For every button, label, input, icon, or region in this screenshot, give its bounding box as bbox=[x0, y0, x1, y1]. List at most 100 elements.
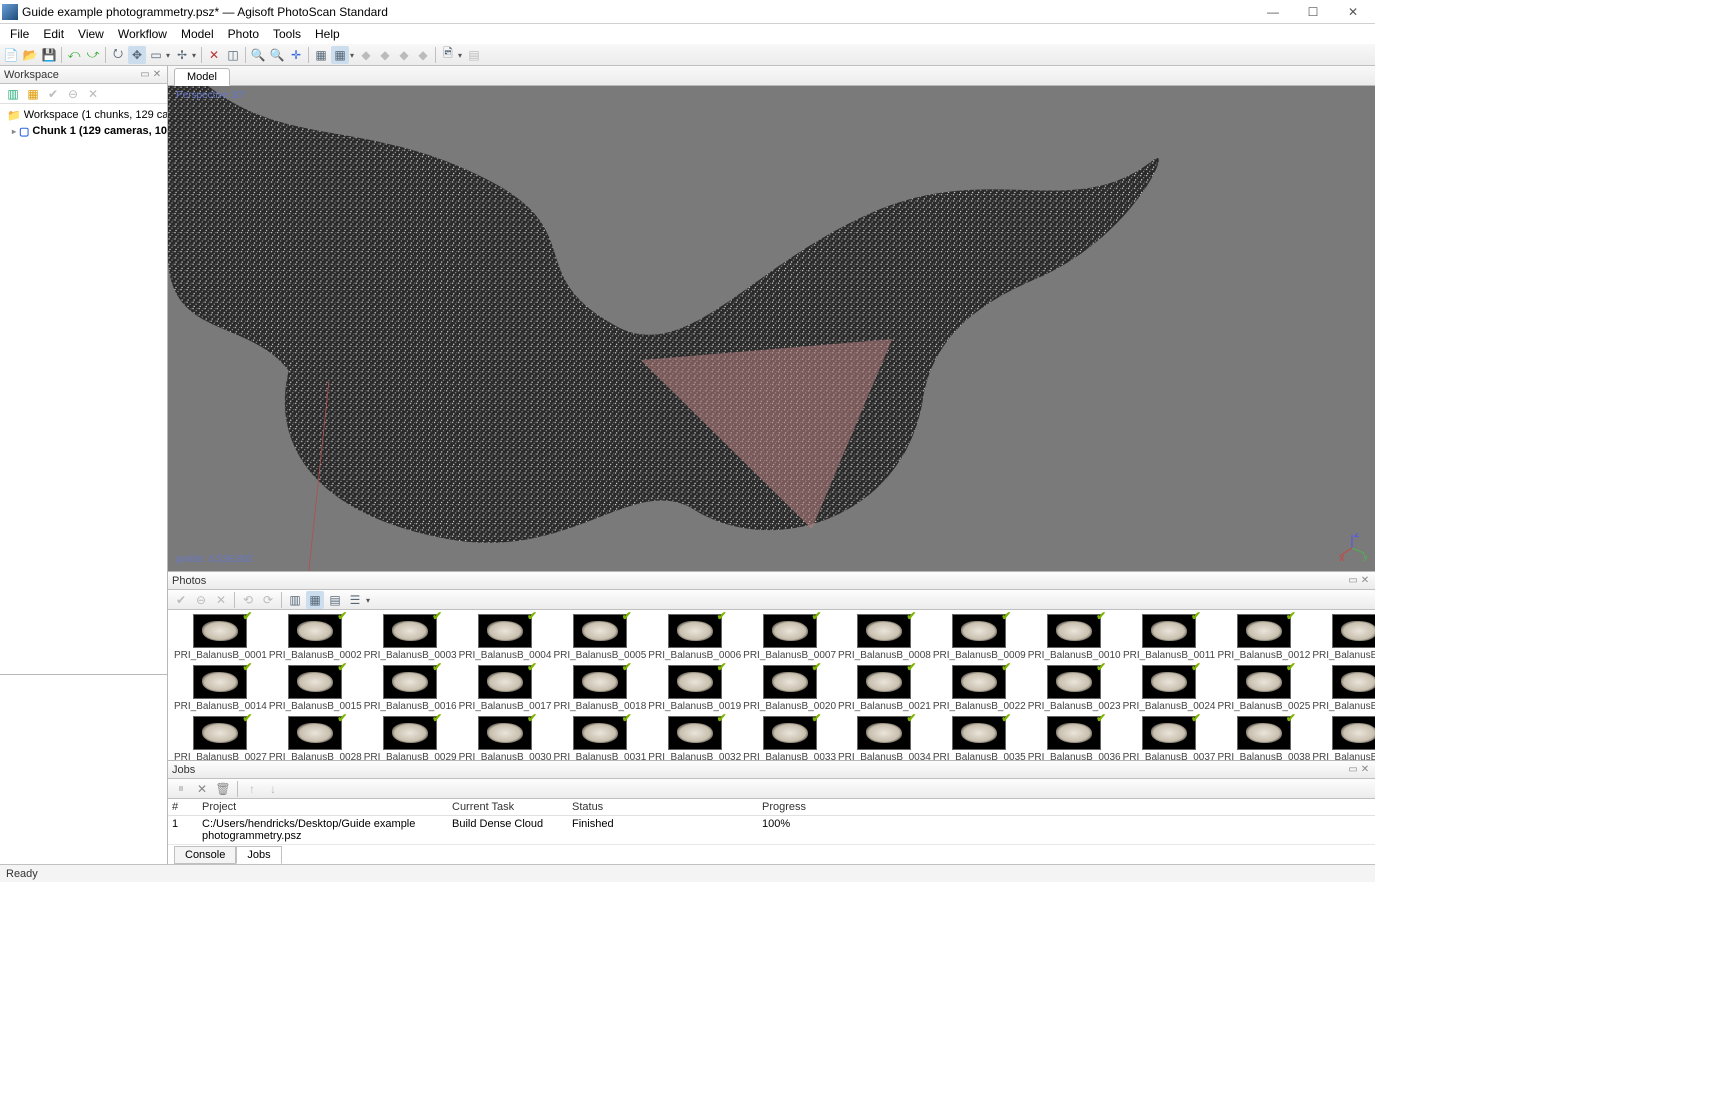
photo-thumb[interactable]: ✔PRI_BalanusB_0037 bbox=[1123, 716, 1216, 760]
photo-thumb[interactable]: ✔PRI_BalanusB_0021 bbox=[838, 665, 931, 712]
zoom-in-icon[interactable]: 🔍 bbox=[249, 46, 267, 64]
photo-thumb[interactable]: ✔PRI_BalanusB_0018 bbox=[553, 665, 646, 712]
photo-thumb[interactable]: ✔PRI_BalanusB_0005 bbox=[553, 614, 646, 661]
photo-thumb[interactable]: ✔PRI_BalanusB_0004 bbox=[459, 614, 552, 661]
model-viewport[interactable]: Perspective 30° points: 4,536,802 z y x bbox=[168, 86, 1375, 571]
tree-chunk[interactable]: ▸ ▢ Chunk 1 (129 cameras, 102,771 points… bbox=[4, 123, 163, 139]
photo-thumb[interactable]: ✔PRI_BalanusB_0030 bbox=[459, 716, 552, 760]
menu-model[interactable]: Model bbox=[175, 25, 220, 43]
tree-root[interactable]: 📁 Workspace (1 chunks, 129 cameras) bbox=[4, 107, 163, 123]
menu-file[interactable]: File bbox=[4, 25, 35, 43]
remove-photos-icon[interactable]: ✕ bbox=[212, 591, 230, 609]
zoom-out-icon[interactable]: 🔍 bbox=[268, 46, 286, 64]
photo-thumb[interactable]: ✔PRI_BalanusB_0032 bbox=[648, 716, 741, 760]
view-left-icon[interactable]: ◆ bbox=[357, 46, 375, 64]
photo-thumb[interactable]: ✔PRI_BalanusB_0007 bbox=[743, 614, 836, 661]
tab-jobs[interactable]: Jobs bbox=[236, 846, 281, 864]
float-icon[interactable]: ▭ bbox=[1347, 764, 1359, 775]
photo-thumb[interactable]: ✔PRI_BalanusB_0006 bbox=[648, 614, 741, 661]
table-row[interactable]: 1 C:/Users/hendricks/Desktop/Guide examp… bbox=[168, 816, 1375, 844]
move-down-icon[interactable]: ↓ bbox=[264, 780, 282, 798]
close-panel-icon[interactable]: ✕ bbox=[151, 69, 163, 80]
photo-thumb[interactable]: ✔PRI_BalanusB_0031 bbox=[553, 716, 646, 760]
photo-thumb[interactable]: ✔PRI_BalanusB_0014 bbox=[174, 665, 267, 712]
float-icon[interactable]: ▭ bbox=[139, 69, 151, 80]
photo-thumb[interactable]: ✔PRI_BalanusB_0012 bbox=[1217, 614, 1310, 661]
rotate-left-icon[interactable]: ⟲ bbox=[239, 591, 257, 609]
view-right-icon[interactable]: ◆ bbox=[376, 46, 394, 64]
view-small-icon[interactable]: ▥ bbox=[286, 591, 304, 609]
delete-icon[interactable]: ✕ bbox=[205, 46, 223, 64]
photo-thumb[interactable]: ✔PRI_BalanusB_0023 bbox=[1028, 665, 1121, 712]
save-button[interactable]: 💾 bbox=[40, 46, 58, 64]
photo-thumb[interactable]: ✔PRI_BalanusB_0024 bbox=[1123, 665, 1216, 712]
close-panel-icon[interactable]: ✕ bbox=[1359, 575, 1371, 586]
col-task[interactable]: Current Task bbox=[452, 801, 572, 813]
rect-select-tool[interactable]: ▭ bbox=[147, 46, 165, 64]
col-status[interactable]: Status bbox=[572, 801, 762, 813]
col-project[interactable]: Project bbox=[202, 801, 452, 813]
photo-thumb[interactable]: ✔PRI_BalanusB_0029 bbox=[364, 716, 457, 760]
view-pointcloud-icon[interactable]: ▦ bbox=[331, 46, 349, 64]
cancel-job-icon[interactable]: ✕ bbox=[193, 780, 211, 798]
photo-thumb[interactable]: ✔PRI_BalanusB_0027 bbox=[174, 716, 267, 760]
crop-icon[interactable]: ◫ bbox=[224, 46, 242, 64]
workspace-tree[interactable]: 📁 Workspace (1 chunks, 129 cameras) ▸ ▢ … bbox=[0, 104, 167, 674]
menu-photo[interactable]: Photo bbox=[222, 25, 265, 43]
view-large-icon[interactable]: ▤ bbox=[326, 591, 344, 609]
show-cameras-icon[interactable]: 🖻 bbox=[439, 46, 457, 64]
float-icon[interactable]: ▭ bbox=[1347, 575, 1359, 586]
view-medium-icon[interactable]: ▦ bbox=[306, 591, 324, 609]
photo-thumb[interactable]: ✔PRI_BalanusB_0025 bbox=[1217, 665, 1310, 712]
photo-thumb[interactable]: ✔PRI_BalanusB_0034 bbox=[838, 716, 931, 760]
enable-icon[interactable]: ✔ bbox=[44, 85, 62, 103]
menu-tools[interactable]: Tools bbox=[267, 25, 307, 43]
photo-thumb[interactable]: ✔PRI_BalanusB_0017 bbox=[459, 665, 552, 712]
disable-photos-icon[interactable]: ⊖ bbox=[192, 591, 210, 609]
delete-job-icon[interactable]: 🗑 bbox=[214, 780, 232, 798]
view-details-icon[interactable]: ☰ bbox=[346, 591, 364, 609]
move-tool[interactable]: ✢ bbox=[173, 46, 191, 64]
menu-edit[interactable]: Edit bbox=[37, 25, 70, 43]
photo-thumb[interactable]: ✔PRI_BalanusB_0009 bbox=[933, 614, 1026, 661]
photo-thumb[interactable]: ✔PRI_BalanusB_0035 bbox=[933, 716, 1026, 760]
rotate-right-icon[interactable]: ⟳ bbox=[259, 591, 277, 609]
view-top-icon[interactable]: ◆ bbox=[395, 46, 413, 64]
photo-thumb[interactable]: ✔PRI_BalanusB_0003 bbox=[364, 614, 457, 661]
disable-icon[interactable]: ⊖ bbox=[64, 85, 82, 103]
photo-thumb[interactable]: ✔PRI_BalanusB_0026 bbox=[1312, 665, 1375, 712]
zoom-reset-icon[interactable]: ✛ bbox=[287, 46, 305, 64]
maximize-button[interactable]: ☐ bbox=[1293, 1, 1333, 23]
move-up-icon[interactable]: ↑ bbox=[243, 780, 261, 798]
add-photos-icon[interactable]: ▦ bbox=[24, 85, 42, 103]
redo-button[interactable]: ⤻ bbox=[84, 46, 102, 64]
close-button[interactable]: ✕ bbox=[1333, 1, 1373, 23]
tab-console[interactable]: Console bbox=[174, 846, 236, 864]
navigate-tool[interactable]: ✥ bbox=[128, 46, 146, 64]
minimize-button[interactable]: — bbox=[1253, 1, 1293, 23]
tab-model[interactable]: Model bbox=[174, 68, 230, 86]
photo-thumb[interactable]: ✔PRI_BalanusB_0036 bbox=[1028, 716, 1121, 760]
photo-thumb[interactable]: ✔PRI_BalanusB_0022 bbox=[933, 665, 1026, 712]
photo-thumb[interactable]: ✔PRI_BalanusB_0010 bbox=[1028, 614, 1121, 661]
photo-thumb[interactable]: ✔PRI_BalanusB_0001 bbox=[174, 614, 267, 661]
photo-thumb[interactable]: ✔PRI_BalanusB_0016 bbox=[364, 665, 457, 712]
menu-help[interactable]: Help bbox=[309, 25, 346, 43]
view-front-icon[interactable]: ◆ bbox=[414, 46, 432, 64]
show-texture-icon[interactable]: ▤ bbox=[465, 46, 483, 64]
pause-job-icon[interactable]: ⏸ bbox=[172, 780, 190, 798]
photo-thumb[interactable]: ✔PRI_BalanusB_0038 bbox=[1217, 716, 1310, 760]
menu-workflow[interactable]: Workflow bbox=[112, 25, 173, 43]
remove-icon[interactable]: ✕ bbox=[84, 85, 102, 103]
new-button[interactable]: 📄 bbox=[2, 46, 20, 64]
photo-thumb[interactable]: ✔PRI_BalanusB_0028 bbox=[269, 716, 362, 760]
photo-thumb[interactable]: ✔PRI_BalanusB_0015 bbox=[269, 665, 362, 712]
add-chunk-icon[interactable]: ▥ bbox=[4, 85, 22, 103]
undo-button[interactable]: ⤺ bbox=[65, 46, 83, 64]
photo-thumb[interactable]: ✔PRI_BalanusB_0020 bbox=[743, 665, 836, 712]
photo-thumb[interactable]: ✔PRI_BalanusB_0033 bbox=[743, 716, 836, 760]
photo-thumb[interactable]: ✔PRI_BalanusB_0011 bbox=[1123, 614, 1216, 661]
close-panel-icon[interactable]: ✕ bbox=[1359, 764, 1371, 775]
col-progress[interactable]: Progress bbox=[762, 801, 1162, 813]
photo-thumb[interactable]: ✔PRI_BalanusB_0019 bbox=[648, 665, 741, 712]
